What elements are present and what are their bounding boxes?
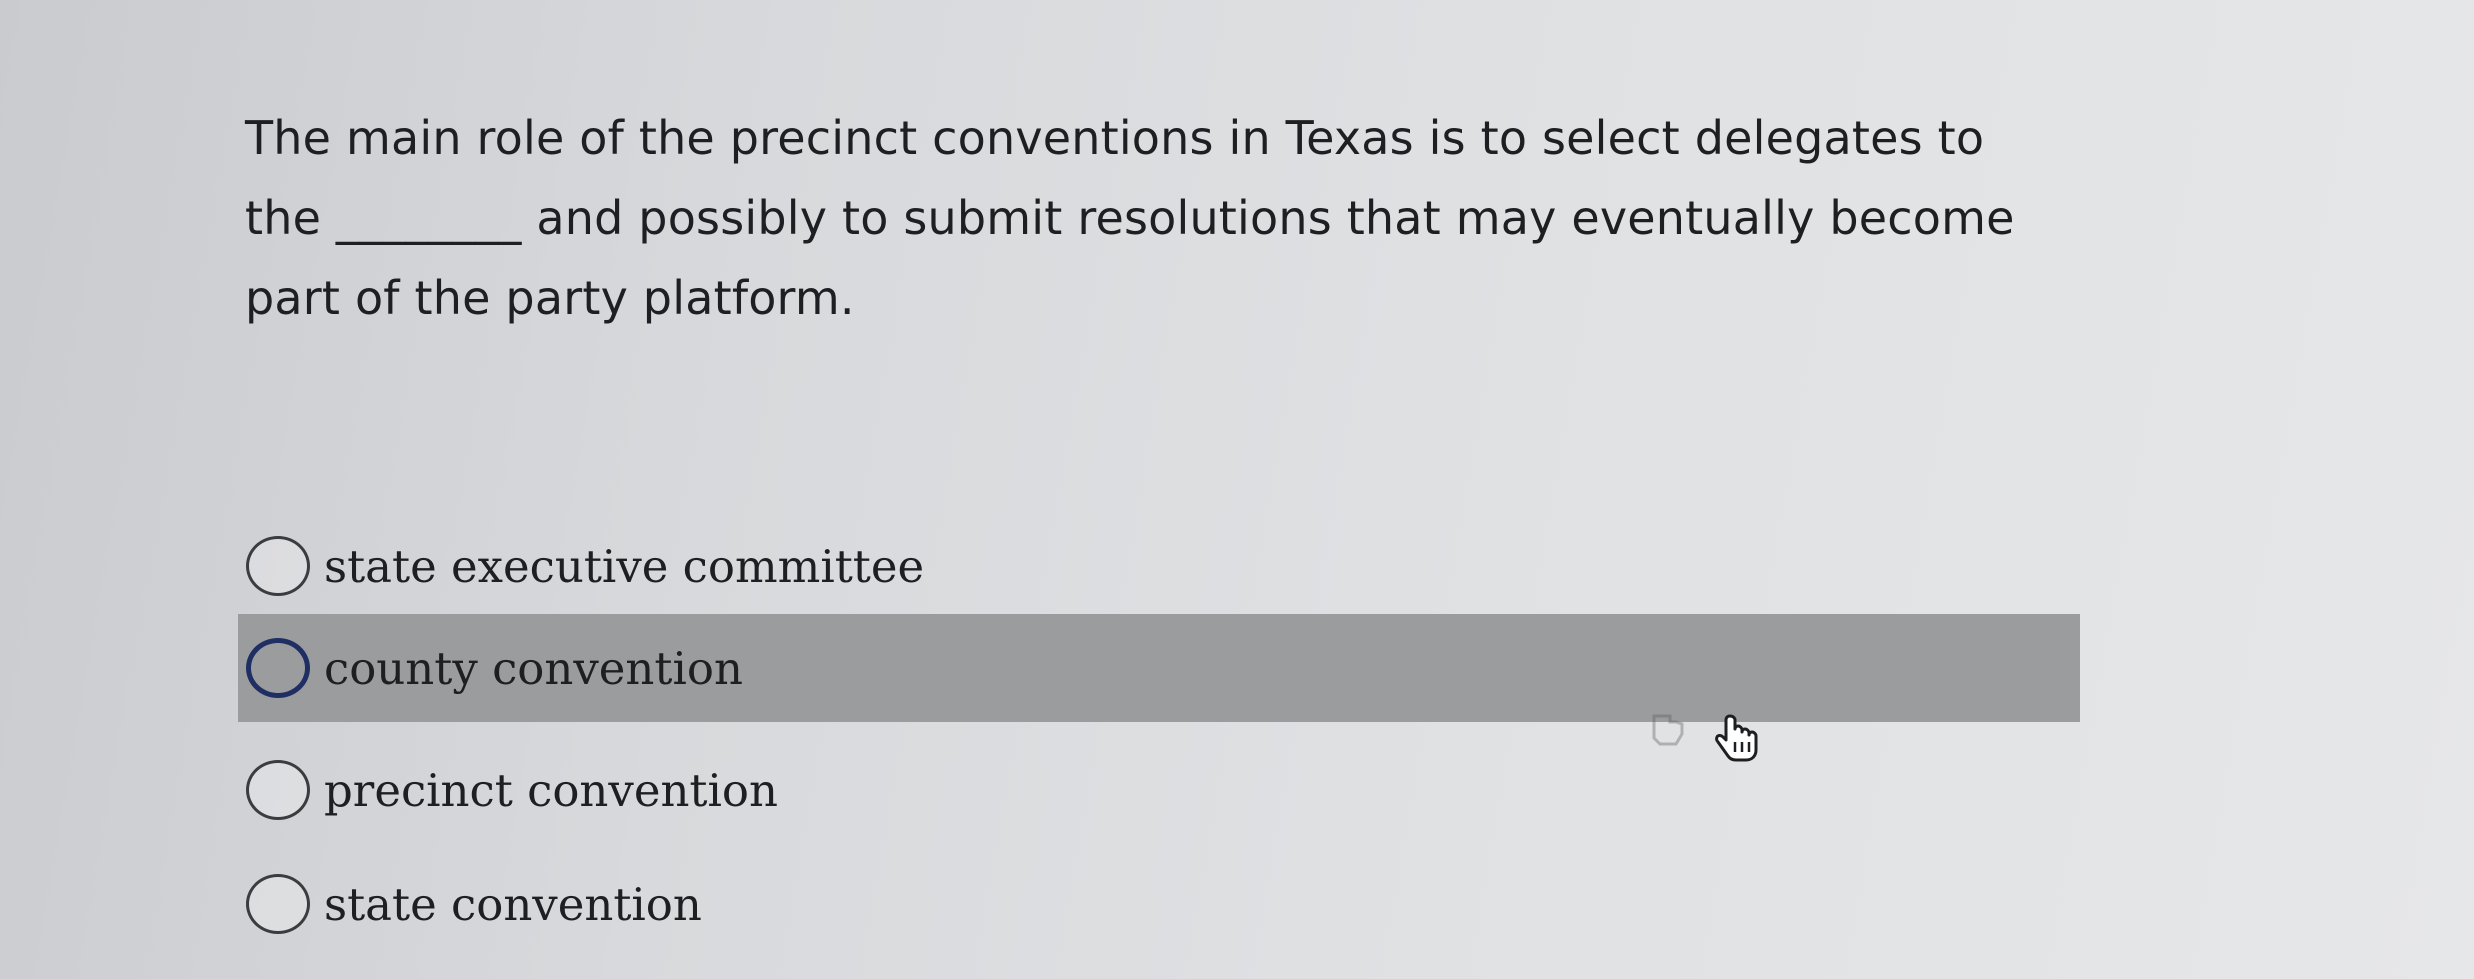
cursor-ghost-icon — [1652, 714, 1684, 746]
radio-button[interactable] — [246, 874, 310, 934]
hand-pointer-icon — [1715, 714, 1758, 762]
radio-button[interactable] — [246, 638, 310, 698]
radio-button[interactable] — [246, 760, 310, 820]
option-county-convention[interactable]: county convention — [238, 614, 2080, 722]
option-label: county convention — [324, 641, 743, 695]
radio-button[interactable] — [246, 536, 310, 596]
answer-options: state executive committee county convent… — [0, 0, 2474, 979]
option-label: state convention — [324, 877, 702, 931]
option-label: precinct convention — [324, 763, 778, 817]
option-precinct-convention[interactable]: precinct convention — [238, 736, 2080, 844]
option-state-convention[interactable]: state convention — [238, 850, 2080, 958]
option-label: state executive committee — [324, 539, 925, 593]
option-state-executive-committee[interactable]: state executive committee — [238, 512, 2080, 620]
